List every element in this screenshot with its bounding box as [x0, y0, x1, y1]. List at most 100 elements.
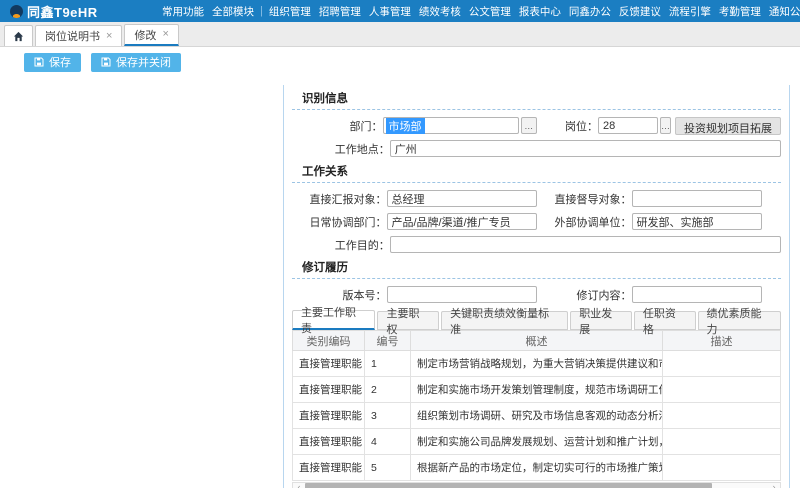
cell-summary: 根据新产品的市场定位，制定切实可行的市场推广策划方案。	[411, 455, 663, 481]
form-panel: 识别信息 部门： 市场部 … 岗位： … 投资规划项目拓展 工作地点： 工作关系	[283, 85, 790, 488]
cell-no: 1	[365, 351, 411, 377]
nav-item-10[interactable]: 反馈建议	[615, 4, 665, 19]
nav-item-4[interactable]: 招聘管理	[315, 4, 365, 19]
scrollbar-thumb[interactable]	[305, 483, 712, 488]
cell-category: 直接管理职能	[293, 377, 365, 403]
cell-category: 直接管理职能	[293, 429, 365, 455]
cell-no: 3	[365, 403, 411, 429]
top-navbar: 同鑫T9eHR 常用功能全部模块|组织管理招聘管理人事管理绩效考核公文管理报表中…	[0, 0, 800, 22]
nav-item-7[interactable]: 公文管理	[465, 4, 515, 19]
cell-desc	[663, 455, 781, 481]
close-icon[interactable]: ×	[106, 31, 112, 42]
table-row[interactable]: 直接管理职能4制定和实施公司品牌发展规划、运营计划和推广计划，维护公司的品牌形象…	[293, 429, 781, 455]
scroll-left-icon[interactable]: ‹	[293, 483, 305, 488]
department-field[interactable]: 市场部	[383, 117, 519, 134]
cell-category: 直接管理职能	[293, 403, 365, 429]
nav-item-9[interactable]: 同鑫办公	[565, 4, 615, 19]
nav-item-13[interactable]: 通知公告	[765, 4, 800, 19]
cell-no: 5	[365, 455, 411, 481]
section-revision-title: 修订履历	[292, 256, 781, 278]
home-icon	[13, 31, 24, 42]
version-field[interactable]	[387, 286, 537, 303]
cell-desc	[663, 351, 781, 377]
duty-table: 类别编码 编号 概述 描述 直接管理职能1制定市场营销战略规划，为重大营销决策提…	[292, 330, 781, 481]
external-unit-label: 外部协调单位：	[537, 214, 632, 230]
nav-item-12[interactable]: 考勤管理	[715, 4, 765, 19]
cell-summary: 制定和实施市场开发策划管理制度，规范市场调研工作流程。	[411, 377, 663, 403]
report-to-field[interactable]	[387, 190, 537, 207]
detail-tab-4[interactable]: 任职资格	[634, 311, 696, 330]
scrollbar-track[interactable]	[305, 483, 768, 488]
location-label: 工作地点：	[292, 141, 390, 157]
section-divider	[292, 109, 781, 110]
scroll-right-icon[interactable]: ›	[768, 483, 780, 488]
location-field[interactable]	[390, 140, 781, 157]
coordinate-dept-field[interactable]	[387, 213, 537, 230]
nav-item-1[interactable]: 全部模块	[208, 4, 258, 19]
nav-item-11[interactable]: 流程引擎	[665, 4, 715, 19]
cell-summary: 制定和实施公司品牌发展规划、运营计划和推广计划，维护公司的品牌形象。	[411, 429, 663, 455]
department-browse-button[interactable]: …	[521, 117, 537, 134]
column-header-summary[interactable]: 概述	[411, 331, 663, 351]
cell-summary: 制定市场营销战略规划，为重大营销决策提供建议和市场信息支持。	[411, 351, 663, 377]
revision-content-label: 修订内容：	[537, 287, 632, 303]
table-row[interactable]: 直接管理职能5根据新产品的市场定位，制定切实可行的市场推广策划方案。	[293, 455, 781, 481]
section-divider	[292, 278, 781, 279]
table-row[interactable]: 直接管理职能1制定市场营销战略规划，为重大营销决策提供建议和市场信息支持。	[293, 351, 781, 377]
nav-item-6[interactable]: 绩效考核	[415, 4, 465, 19]
cell-category: 直接管理职能	[293, 351, 365, 377]
save-icon	[34, 57, 44, 67]
nav-item-3[interactable]: 组织管理	[265, 4, 315, 19]
nav-item-8[interactable]: 报表中心	[515, 4, 565, 19]
position-browse-button[interactable]: …	[660, 117, 671, 134]
detail-tab-1[interactable]: 主要职权	[377, 311, 439, 330]
section-work-relation-title: 工作关系	[292, 160, 781, 182]
save-and-close-button-label: 保存并关闭	[116, 54, 171, 70]
cell-desc	[663, 403, 781, 429]
position-label: 岗位：	[537, 118, 599, 134]
horizontal-scrollbar[interactable]: ‹ ›	[292, 482, 781, 488]
detail-tab-3[interactable]: 职业发展	[570, 311, 632, 330]
table-row[interactable]: 直接管理职能2制定和实施市场开发策划管理制度，规范市场调研工作流程。	[293, 377, 781, 403]
save-icon	[101, 57, 111, 67]
logo-icon	[10, 5, 23, 18]
report-to-label: 直接汇报对象：	[292, 191, 387, 207]
tab-label: 岗位说明书	[45, 28, 100, 44]
app-logo: 同鑫T9eHR	[10, 2, 130, 21]
cell-no: 4	[365, 429, 411, 455]
close-icon[interactable]: ×	[162, 29, 168, 40]
cell-summary: 组织策划市场调研、研究及市场信息客观的动态分析活动，提供准确可靠的市场情报信息。	[411, 403, 663, 429]
tab-modify[interactable]: 修改 ×	[124, 24, 178, 46]
supervise-label: 直接督导对象：	[537, 191, 632, 207]
save-button-label: 保存	[49, 54, 71, 70]
position-name-chip[interactable]: 投资规划项目拓展	[675, 117, 781, 135]
toolbar: 保存 保存并关闭	[0, 47, 800, 77]
home-tab[interactable]	[4, 25, 33, 46]
save-and-close-button[interactable]: 保存并关闭	[91, 53, 181, 72]
work-purpose-field[interactable]	[390, 236, 781, 253]
department-value: 市场部	[386, 118, 425, 134]
table-row[interactable]: 直接管理职能3组织策划市场调研、研究及市场信息客观的动态分析活动，提供准确可靠的…	[293, 403, 781, 429]
section-divider	[292, 182, 781, 183]
logo-text: 同鑫T9eHR	[27, 2, 98, 21]
tab-job-description[interactable]: 岗位说明书 ×	[35, 25, 122, 46]
detail-tab-2[interactable]: 关键职责绩效衡量标准	[441, 311, 568, 330]
version-label: 版本号：	[292, 287, 387, 303]
save-button[interactable]: 保存	[24, 53, 81, 72]
content-area: 识别信息 部门： 市场部 … 岗位： … 投资规划项目拓展 工作地点： 工作关系	[0, 77, 800, 488]
cell-desc	[663, 429, 781, 455]
detail-tab-5[interactable]: 绩优素质能力	[698, 311, 781, 330]
coordinate-dept-label: 日常协调部门：	[292, 214, 387, 230]
cell-desc	[663, 377, 781, 403]
cell-no: 2	[365, 377, 411, 403]
page-tabbar: 岗位说明书 × 修改 ×	[0, 22, 800, 47]
detail-tab-0[interactable]: 主要工作职责	[292, 310, 375, 330]
position-field[interactable]	[598, 117, 658, 134]
nav-item-5[interactable]: 人事管理	[365, 4, 415, 19]
supervise-field[interactable]	[632, 190, 762, 207]
external-unit-field[interactable]	[632, 213, 762, 230]
department-label: 部门：	[292, 118, 383, 134]
nav-menu: 常用功能全部模块|组织管理招聘管理人事管理绩效考核公文管理报表中心同鑫办公反馈建…	[158, 4, 800, 19]
nav-item-0[interactable]: 常用功能	[158, 4, 208, 19]
revision-content-field[interactable]	[632, 286, 762, 303]
